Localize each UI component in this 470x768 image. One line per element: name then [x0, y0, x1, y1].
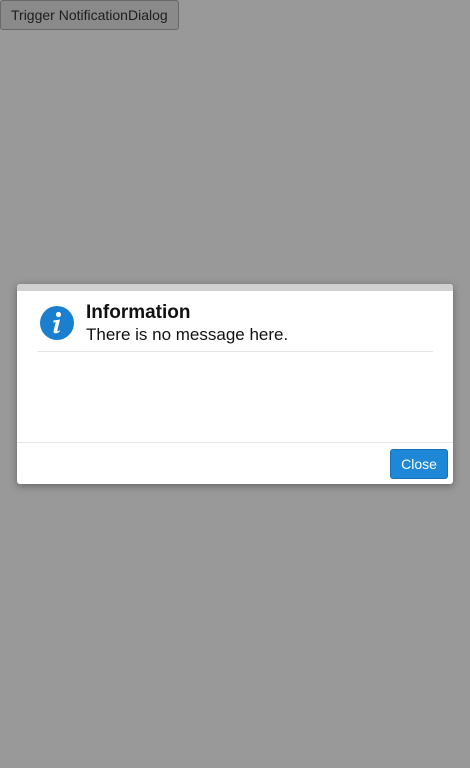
info-icon [40, 306, 74, 340]
footer-divider [17, 442, 453, 443]
header-divider [37, 351, 433, 352]
dialog-top-bar [17, 284, 453, 291]
close-button[interactable]: Close [390, 449, 448, 479]
dialog-message: There is no message here. [86, 325, 289, 344]
notification-dialog: Information There is no message here. Cl… [17, 284, 453, 484]
dialog-title: Information [86, 302, 191, 323]
